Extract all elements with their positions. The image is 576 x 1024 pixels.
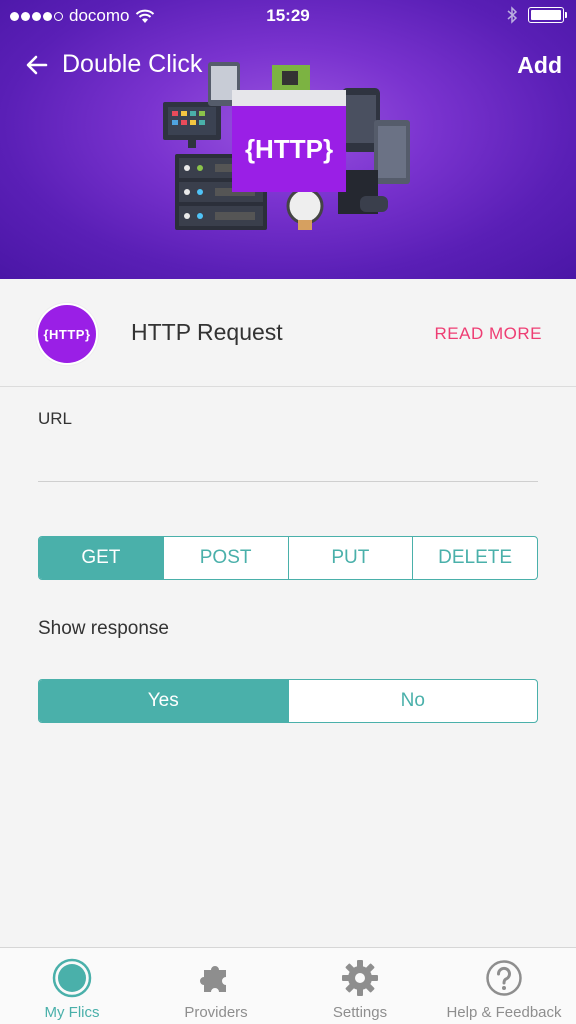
status-right	[506, 6, 567, 24]
flic-button-icon	[52, 958, 92, 998]
tab-label-providers: Providers	[184, 1004, 248, 1021]
tab-help-feedback[interactable]: Help & Feedback	[432, 948, 576, 1024]
response-no-option[interactable]: No	[289, 680, 538, 722]
bluetooth-icon	[507, 6, 518, 24]
devices-illustration: {HTTP}	[163, 62, 410, 230]
status-bar: docomo 15:29	[0, 0, 576, 32]
help-icon	[484, 958, 524, 998]
battery-icon	[528, 7, 567, 23]
url-input[interactable]	[38, 440, 538, 482]
http-logo-text: {HTTP}	[38, 305, 96, 363]
service-row: {HTTP} HTTP Request READ MORE	[0, 279, 576, 387]
method-get-option[interactable]: GET	[39, 537, 164, 579]
tab-label-my-flics: My Flics	[44, 1004, 100, 1021]
url-label: URL	[38, 409, 73, 428]
tab-settings[interactable]: Settings	[288, 948, 432, 1024]
tab-bar: My Flics Providers Settings Help & Feedb…	[0, 947, 576, 1024]
response-yes-option[interactable]: Yes	[39, 680, 289, 722]
http-method-selector: GET POST PUT DELETE	[38, 536, 538, 580]
read-more-link[interactable]: READ MORE	[435, 324, 542, 344]
puzzle-icon	[196, 958, 236, 998]
method-post-option[interactable]: POST	[164, 537, 289, 579]
tab-label-help-feedback: Help & Feedback	[446, 1004, 562, 1021]
back-arrow-icon	[26, 55, 48, 74]
show-response-selector: Yes No	[38, 679, 538, 723]
tab-my-flics[interactable]: My Flics	[0, 948, 144, 1024]
http-badge-text: {HTTP}	[245, 134, 333, 164]
show-response-label: Show response	[38, 618, 169, 639]
service-logo: {HTTP}	[36, 303, 98, 365]
service-title: HTTP Request	[131, 319, 283, 345]
add-button[interactable]: Add	[517, 52, 562, 79]
tab-providers[interactable]: Providers	[144, 948, 288, 1024]
tab-label-settings: Settings	[332, 1004, 388, 1021]
method-delete-option[interactable]: DELETE	[413, 537, 537, 579]
method-put-option[interactable]: PUT	[289, 537, 414, 579]
gear-icon	[340, 958, 380, 998]
status-time: 15:29	[266, 6, 310, 25]
header-banner: docomo 15:29 Double Click Add {HTTP}	[0, 0, 576, 279]
